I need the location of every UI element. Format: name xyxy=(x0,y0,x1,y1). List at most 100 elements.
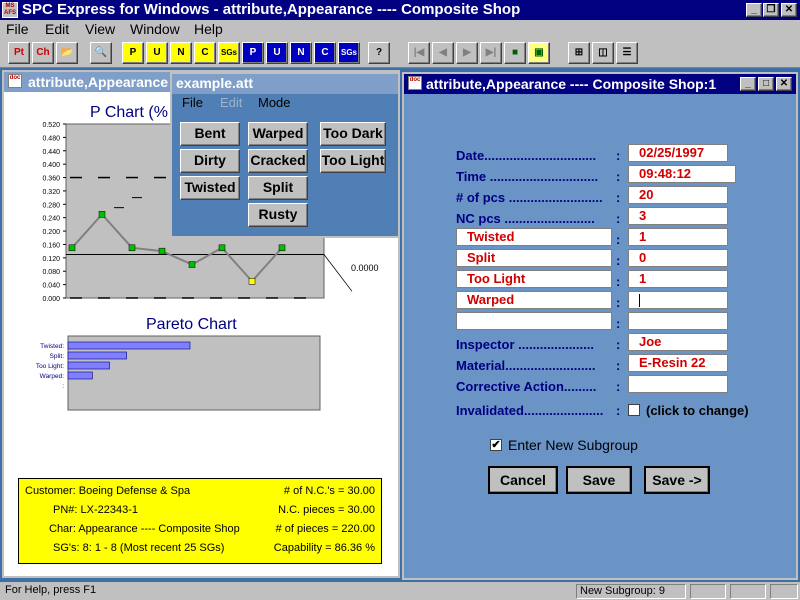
pcs-label: # of pcs .......................... xyxy=(456,190,603,205)
toolbar-u-button[interactable]: U xyxy=(146,42,168,64)
app-icon[interactable]: MS AFS xyxy=(2,2,18,18)
material-field[interactable]: E-Resin 22 xyxy=(628,354,728,372)
pareto-category-label: Split: xyxy=(50,353,65,360)
nc-category-twisted[interactable]: Twisted xyxy=(456,228,612,246)
toolbar-n-button[interactable]: N xyxy=(170,42,192,64)
cascade-icon[interactable]: ◫ xyxy=(592,42,614,64)
menu-window[interactable]: Window xyxy=(130,20,180,38)
info-capability: Capability = 86.36 % xyxy=(273,542,375,554)
defect-warped-button[interactable]: Warped xyxy=(248,122,308,146)
time-label: Time .............................. xyxy=(456,169,599,184)
defect-split-button[interactable]: Split xyxy=(248,176,308,200)
close-button[interactable]: ✕ xyxy=(781,3,797,17)
preview-icon[interactable]: 🔍 xyxy=(90,42,112,64)
pareto-category-label: : xyxy=(62,383,64,390)
toolbar-sgs-button[interactable]: SGs xyxy=(218,42,240,64)
cancel-button[interactable]: Cancel xyxy=(488,466,558,494)
defect-too-dark-button[interactable]: Too Dark xyxy=(320,122,386,146)
form-close-button[interactable]: ✕ xyxy=(776,77,792,91)
text-cursor xyxy=(639,294,640,308)
popup-menu-mode[interactable]: Mode xyxy=(258,95,291,110)
form-minimize-button[interactable]: _ xyxy=(740,77,756,91)
toolbar: Pt Ch 📂 🔍 P U N C SGs P U N C SGs ? |◀ ◀… xyxy=(0,38,800,68)
enter-new-subgroup-label: Enter New Subgroup xyxy=(508,437,638,453)
defect-twisted-button[interactable]: Twisted xyxy=(180,176,240,200)
info-pn: PN#: LX-22343-1 xyxy=(53,504,138,516)
toolbar-p2-button[interactable]: P xyxy=(242,42,264,64)
nc-count-twisted[interactable]: 1 xyxy=(628,228,728,246)
defect-rusty-button[interactable]: Rusty xyxy=(248,203,308,227)
colon: : xyxy=(616,232,621,247)
colon: : xyxy=(616,358,621,373)
minimize-button[interactable]: _ xyxy=(746,3,762,17)
tile-icon[interactable]: ⊞ xyxy=(568,42,590,64)
p-chart-y-tick: 0.520 xyxy=(42,122,60,129)
save-button[interactable]: Save xyxy=(566,466,632,494)
time-field[interactable]: 09:48:12 xyxy=(628,165,736,183)
nc-category-too-light[interactable]: Too Light xyxy=(456,270,612,288)
menu-help[interactable]: Help xyxy=(194,20,223,38)
corrective-action-field[interactable] xyxy=(628,375,728,393)
p-chart-y-tick: 0.480 xyxy=(42,135,60,142)
status-subgroup: New Subgroup: 9 xyxy=(576,584,686,599)
p-chart-label-leader xyxy=(323,254,353,292)
menu-file[interactable]: File xyxy=(6,20,29,38)
toolbar-pt-button[interactable]: Pt xyxy=(8,42,30,64)
nc-category-split[interactable]: Split xyxy=(456,249,612,267)
defect-bent-button[interactable]: Bent xyxy=(180,122,240,146)
pareto-bar xyxy=(67,351,127,360)
nc-count-too-light[interactable]: 1 xyxy=(628,270,728,288)
p-chart-point xyxy=(188,261,196,268)
restore-button[interactable]: ❐ xyxy=(763,3,779,17)
first-icon[interactable]: |◀ xyxy=(408,42,430,64)
info-char: Char: Appearance ---- Composite Shop xyxy=(49,523,240,535)
horizontal-icon[interactable]: ☰ xyxy=(616,42,638,64)
info-sgs: SG's: 8: 1 - 8 (Most recent 25 SGs) xyxy=(53,542,225,554)
defect-dirty-button[interactable]: Dirty xyxy=(180,149,240,173)
toolbar-n2-button[interactable]: N xyxy=(290,42,312,64)
summary-info-box: Customer: Boeing Defense & Spa # of N.C.… xyxy=(18,478,382,564)
help-icon[interactable]: ? xyxy=(368,42,390,64)
export-icon[interactable]: ▣ xyxy=(528,42,550,64)
colon: : xyxy=(616,253,621,268)
p-chart-point xyxy=(278,244,286,252)
defect-cracked-button[interactable]: Cracked xyxy=(248,149,308,173)
chart-right-value: 0.0000 xyxy=(351,263,379,273)
toolbar-sgs2-button[interactable]: SGs xyxy=(338,42,360,64)
doc-icon: doc xyxy=(8,74,22,88)
date-field[interactable]: 02/25/1997 xyxy=(628,144,728,162)
colon: : xyxy=(616,211,621,226)
toolbar-c-button[interactable]: C xyxy=(194,42,216,64)
nc-count-split[interactable]: 0 xyxy=(628,249,728,267)
toolbar-p-button[interactable]: P xyxy=(122,42,144,64)
save-icon[interactable]: ■ xyxy=(504,42,526,64)
form-maximize-button[interactable]: □ xyxy=(758,77,774,91)
status-bar: For Help, press F1 New Subgroup: 9 xyxy=(0,582,800,600)
info-nc-pieces: N.C. pieces = 30.00 xyxy=(278,504,375,516)
nc-pcs-field[interactable]: 3 xyxy=(628,207,728,225)
toolbar-u2-button[interactable]: U xyxy=(266,42,288,64)
nc-category-empty[interactable] xyxy=(456,312,612,330)
popup-menu-file[interactable]: File xyxy=(182,95,203,110)
pcs-field[interactable]: 20 xyxy=(628,186,728,204)
chart-window-title: attribute,Appearance xyxy=(28,74,169,90)
menu-view[interactable]: View xyxy=(85,20,115,38)
open-folder-icon[interactable]: 📂 xyxy=(56,42,78,64)
invalidated-checkbox[interactable] xyxy=(628,404,640,416)
defect-too-light-button[interactable]: Too Light xyxy=(320,149,386,173)
date-label: Date............................... xyxy=(456,148,597,163)
last-icon[interactable]: ▶| xyxy=(480,42,502,64)
menu-edit[interactable]: Edit xyxy=(45,20,69,38)
nc-category-warped[interactable]: Warped xyxy=(456,291,612,309)
prev-icon[interactable]: ◀ xyxy=(432,42,454,64)
inspector-field[interactable]: Joe xyxy=(628,333,728,351)
save-next-button[interactable]: Save -> xyxy=(644,466,710,494)
nc-count-empty[interactable] xyxy=(628,312,728,330)
toolbar-c2-button[interactable]: C xyxy=(314,42,336,64)
p-chart-y-tick: 0.360 xyxy=(42,176,60,183)
nc-count-warped[interactable] xyxy=(628,291,728,309)
enter-new-subgroup-checkbox[interactable]: ✔ xyxy=(490,439,502,451)
toolbar-ch-button[interactable]: Ch xyxy=(32,42,54,64)
p-chart-point xyxy=(248,278,256,285)
next-icon[interactable]: ▶ xyxy=(456,42,478,64)
